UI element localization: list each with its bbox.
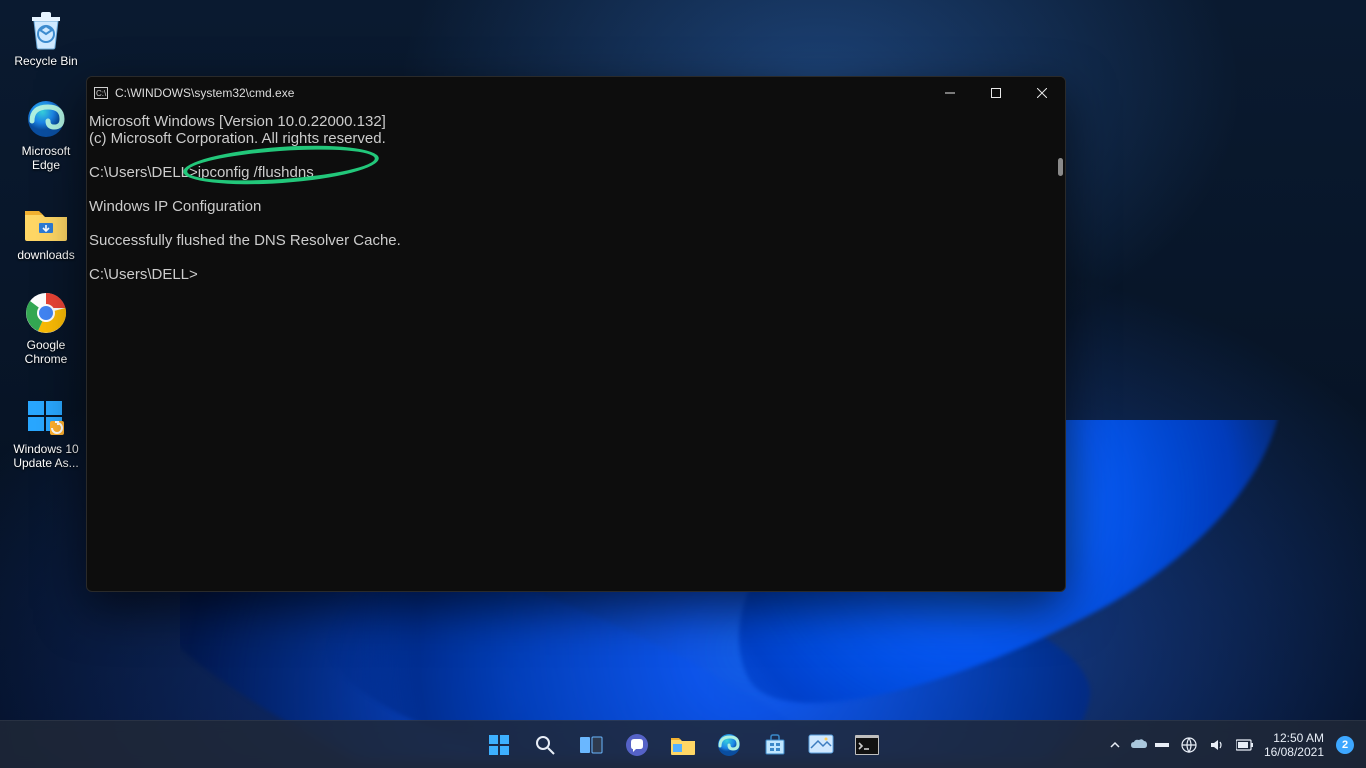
notification-badge[interactable]: 2 [1336,736,1354,754]
cmd-titlebar-icon: C:\ [87,87,115,99]
cmd-line: C:\Users\DELL>ipconfig /flushdns [89,164,314,181]
search-button[interactable] [525,725,565,765]
battery-line-icon[interactable] [1154,721,1172,768]
system-tray: 12:50 AM 16/08/2021 2 [1106,721,1358,768]
snipping-tool-button[interactable] [801,725,841,765]
taskbar: 12:50 AM 16/08/2021 2 [0,720,1366,768]
win10-update-assistant-icon[interactable]: Windows 10 Update As... [6,394,86,470]
chrome-icon[interactable]: Google Chrome [6,290,86,366]
store-button[interactable] [755,725,795,765]
cmd-title: C:\WINDOWS\system32\cmd.exe [115,86,294,100]
onedrive-icon[interactable] [1130,721,1148,768]
cmd-window[interactable]: C:\ C:\WINDOWS\system32\cmd.exe Microsof… [86,76,1066,592]
minimize-button[interactable] [927,77,973,109]
clock-date: 16/08/2021 [1264,745,1324,759]
edge-label: Microsoft Edge [6,144,86,172]
cmd-titlebar[interactable]: C:\ C:\WINDOWS\system32\cmd.exe [87,77,1065,109]
folder-icon [23,200,69,246]
trash-icon [23,6,69,52]
taskbar-clock[interactable]: 12:50 AM 16/08/2021 [1262,731,1330,759]
downloads-label: downloads [17,248,74,262]
desktop-icons: Recycle Bin Microsoft Edge [6,6,86,470]
start-button[interactable] [479,725,519,765]
cmd-line: C:\Users\DELL> [89,266,198,283]
browser-edge-icon [23,96,69,142]
tray-chevron-icon[interactable] [1106,721,1124,768]
maximize-button[interactable] [973,77,1019,109]
recycle-bin-label: Recycle Bin [14,54,77,68]
taskbar-center [479,725,887,765]
desktop[interactable]: Recycle Bin Microsoft Edge [0,0,1366,768]
chrome-label: Google Chrome [6,338,86,366]
cmd-body[interactable]: Microsoft Windows [Version 10.0.22000.13… [87,109,1065,591]
file-explorer-button[interactable] [663,725,703,765]
volume-icon[interactable] [1206,721,1228,768]
cmd-scrollbar[interactable] [1057,110,1064,582]
chat-button[interactable] [617,725,657,765]
cmd-line: Successfully flushed the DNS Resolver Ca… [89,232,401,249]
cmd-taskbar-button[interactable] [847,725,887,765]
scrollbar-thumb[interactable] [1058,158,1063,176]
edge-icon[interactable]: Microsoft Edge [6,96,86,172]
windows-update-icon [23,394,69,440]
browser-chrome-icon [23,290,69,336]
battery-icon[interactable] [1234,721,1256,768]
cmd-line: (c) Microsoft Corporation. All rights re… [89,130,386,147]
cmd-line: Windows IP Configuration [89,198,261,215]
downloads-folder-icon[interactable]: downloads [6,200,86,262]
clock-time: 12:50 AM [1264,731,1324,745]
w10ua-label: Windows 10 Update As... [6,442,86,470]
svg-text:C:\: C:\ [96,89,107,98]
recycle-bin-icon[interactable]: Recycle Bin [6,6,86,68]
network-icon[interactable] [1178,721,1200,768]
cmd-line: Microsoft Windows [Version 10.0.22000.13… [89,113,386,130]
close-button[interactable] [1019,77,1065,109]
taskview-button[interactable] [571,725,611,765]
edge-button[interactable] [709,725,749,765]
